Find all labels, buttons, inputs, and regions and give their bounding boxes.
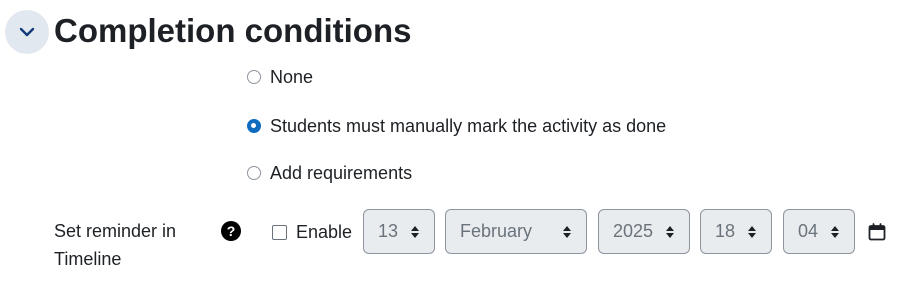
radio-label-manual: Students must manually mark the activity…: [270, 116, 667, 136]
radio-add-requirements[interactable]: [247, 166, 261, 180]
radio-manual[interactable]: [247, 119, 261, 133]
day-value: 13: [378, 221, 399, 241]
minute-value: 04: [798, 221, 819, 241]
month-value: February: [460, 221, 533, 241]
day-select[interactable]: 13: [363, 209, 435, 254]
year-select[interactable]: 2025: [598, 209, 690, 254]
completion-option-add-requirements[interactable]: Add requirements: [247, 161, 412, 185]
completion-option-none[interactable]: None: [247, 65, 313, 89]
enable-label: Enable: [296, 222, 353, 242]
section-collapse-button[interactable]: [5, 10, 49, 54]
enable-reminder-checkbox-row[interactable]: Enable: [272, 220, 352, 244]
calendar-icon[interactable]: [867, 222, 887, 242]
month-select[interactable]: February: [445, 209, 587, 254]
radio-label-none: None: [270, 67, 314, 87]
chevron-down-icon: [19, 27, 35, 37]
sort-arrows-icon: [748, 225, 756, 238]
hour-value: 18: [715, 221, 736, 241]
section-title: Completion conditions: [54, 12, 412, 49]
sort-arrows-icon: [831, 225, 839, 238]
radio-none[interactable]: [247, 70, 261, 84]
question-circle-icon[interactable]: ?: [221, 221, 241, 241]
completion-option-manual[interactable]: Students must manually mark the activity…: [247, 114, 666, 138]
sort-arrows-icon: [411, 225, 419, 238]
year-value: 2025: [613, 221, 654, 241]
radio-label-add-requirements: Add requirements: [270, 163, 413, 183]
sort-arrows-icon: [563, 225, 571, 238]
enable-checkbox[interactable]: [272, 224, 287, 240]
sort-arrows-icon: [666, 225, 674, 238]
reminder-label: Set reminder in Timeline: [54, 221, 177, 269]
minute-select[interactable]: 04: [783, 209, 855, 254]
hour-select[interactable]: 18: [700, 209, 772, 254]
